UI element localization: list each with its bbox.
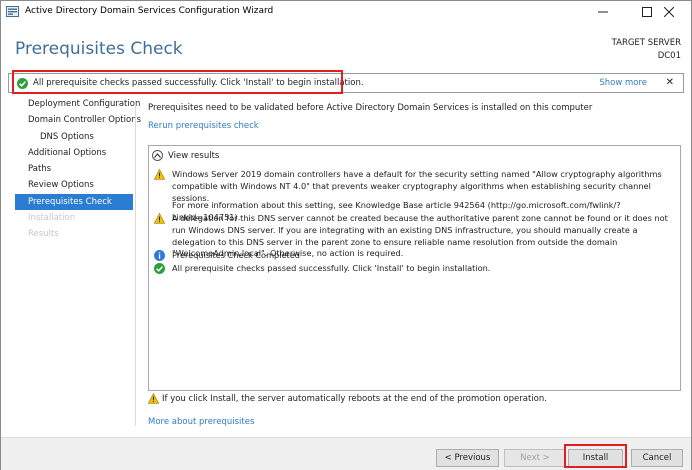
- install-highlight-box: [564, 444, 627, 468]
- wizard-steps-sidebar: Deployment Configuration Domain Controll…: [15, 96, 141, 243]
- info-icon: [154, 250, 165, 261]
- page-title: Prerequisites Check: [15, 39, 183, 59]
- close-icon[interactable]: ✕: [666, 77, 674, 88]
- title-bar[interactable]: Active Directory Domain Services Configu…: [1, 1, 691, 23]
- warning-icon: [147, 392, 160, 404]
- sidebar-item-prerequisites-check[interactable]: Prerequisites Check: [15, 193, 133, 211]
- view-results-label: View results: [168, 150, 220, 161]
- rerun-prerequisites-link[interactable]: Rerun prerequisites check: [148, 121, 259, 131]
- minimize-button[interactable]: [581, 1, 625, 23]
- sidebar-item-installation: Installation: [28, 213, 76, 224]
- result-message: All prerequisite checks passed successfu…: [154, 263, 674, 275]
- result-text: Prerequisites Check Completed: [172, 250, 301, 260]
- minimize-icon: [598, 7, 608, 17]
- warning-icon: [153, 168, 166, 180]
- sidebar-item-paths[interactable]: Paths: [15, 161, 133, 177]
- reboot-notice-text: If you click Install, the server automat…: [162, 394, 547, 404]
- sidebar-item-review-options[interactable]: Review Options: [15, 177, 133, 193]
- sidebar-item-domain-controller-options[interactable]: Domain Controller Options: [15, 112, 141, 128]
- sidebar-item-deployment-configuration[interactable]: Deployment Configuration: [15, 96, 140, 112]
- sidebar-item-additional-options[interactable]: Additional Options: [15, 145, 133, 161]
- window-title: Active Directory Domain Services Configu…: [25, 6, 274, 16]
- cancel-button[interactable]: Cancel: [631, 449, 683, 467]
- sidebar-divider: [135, 100, 136, 426]
- status-highlight-box: [12, 70, 343, 94]
- warning-icon: [153, 212, 166, 224]
- close-button[interactable]: [647, 1, 691, 23]
- show-more-link[interactable]: Show more: [599, 78, 647, 88]
- result-message: Prerequisites Check Completed: [154, 250, 674, 262]
- close-icon: [664, 7, 674, 17]
- wizard-window: Active Directory Domain Services Configu…: [0, 0, 692, 470]
- view-results-toggle[interactable]: View results: [152, 150, 219, 161]
- success-check-icon: [154, 263, 165, 274]
- intro-text: Prerequisites need to be validated befor…: [148, 103, 593, 113]
- sidebar-item-results: Results: [28, 229, 59, 240]
- result-text: All prerequisite checks passed successfu…: [172, 263, 491, 273]
- chevron-up-icon: [152, 150, 163, 161]
- more-about-prerequisites-link[interactable]: More about prerequisites: [148, 417, 254, 427]
- sidebar-item-dns-options[interactable]: DNS Options: [15, 129, 133, 145]
- server-manager-icon: [6, 5, 20, 18]
- next-button: Next >: [504, 449, 566, 467]
- target-server-label: TARGET SERVER: [611, 38, 681, 48]
- previous-button[interactable]: < Previous: [436, 449, 499, 467]
- target-server-name: DC01: [657, 51, 681, 61]
- results-panel: View results Windows Server 2019 domain …: [148, 145, 681, 391]
